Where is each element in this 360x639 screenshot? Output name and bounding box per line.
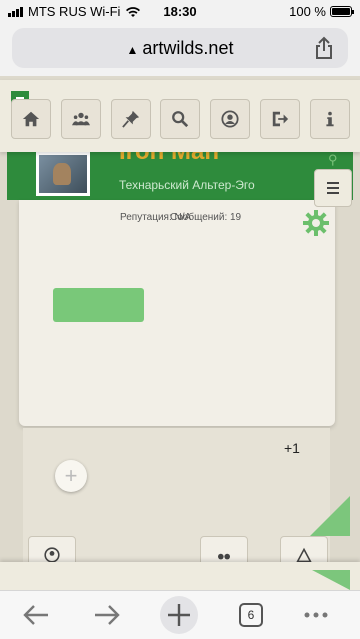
users-icon: [218, 553, 230, 560]
home-icon: [22, 111, 40, 127]
warning-icon: [296, 547, 312, 563]
user-circle-icon: [221, 110, 239, 128]
pin-icon: [122, 110, 140, 128]
green-action-block[interactable]: [53, 288, 144, 322]
web-page: Iron Man Технарьский Альтер-Эго ⚲ Репута…: [0, 76, 360, 590]
plus-one-counter[interactable]: +1: [284, 440, 300, 456]
add-button[interactable]: +: [55, 460, 87, 492]
new-tab-button[interactable]: [159, 596, 199, 634]
arrow-right-icon: [95, 605, 120, 625]
messages-stat: Сообщений: 19: [170, 212, 242, 223]
magnifier-icon[interactable]: ⚲: [328, 152, 338, 168]
plus-icon: +: [64, 463, 78, 488]
status-right: 100 %: [289, 4, 354, 19]
gear-icon[interactable]: [303, 210, 329, 236]
status-bar: MTS RUS Wi-Fi 18:30 100 %: [0, 0, 360, 24]
avatar[interactable]: [36, 152, 90, 196]
site-toolbar: [0, 80, 360, 152]
search-icon: [172, 111, 189, 128]
more-button[interactable]: [296, 599, 336, 631]
url-display[interactable]: ▲ artwilds.net: [12, 38, 348, 59]
forward-button[interactable]: [87, 599, 127, 631]
more-dots-icon: [304, 612, 328, 618]
url-text: artwilds.net: [142, 38, 234, 58]
profile-name: Iron Man: [119, 150, 219, 165]
users-icon: [72, 112, 90, 126]
info-icon: [326, 111, 334, 127]
profile-button[interactable]: [210, 99, 250, 139]
plus-circle-icon: [160, 596, 198, 634]
logout-button[interactable]: [260, 99, 300, 139]
address-bar[interactable]: ▲ artwilds.net: [12, 28, 348, 68]
pin-button[interactable]: [111, 99, 151, 139]
share-icon[interactable]: [314, 36, 334, 60]
users-button[interactable]: [61, 99, 101, 139]
info-button[interactable]: [310, 99, 350, 139]
profile-card: Репутация: N/A Сообщений: 19: [19, 200, 335, 426]
back-button[interactable]: [16, 599, 56, 631]
logout-icon: [272, 111, 289, 127]
profile-subtitle: Технарьский Альтер-Эго: [119, 178, 255, 192]
address-area: ▲ artwilds.net: [0, 24, 360, 76]
user-circle-icon: [44, 547, 60, 563]
search-button[interactable]: [160, 99, 200, 139]
tabs-count: 6: [239, 603, 263, 627]
browser-toolbar: 6: [0, 590, 360, 639]
home-button[interactable]: [11, 99, 51, 139]
tabs-button[interactable]: 6: [231, 599, 271, 631]
battery-label: 100 %: [289, 4, 326, 19]
bottom-strip: [0, 562, 360, 590]
arrow-left-icon: [23, 605, 48, 625]
battery-icon: [330, 6, 354, 17]
hamburger-menu-button[interactable]: [314, 169, 352, 207]
lock-icon: ▲: [126, 43, 139, 57]
